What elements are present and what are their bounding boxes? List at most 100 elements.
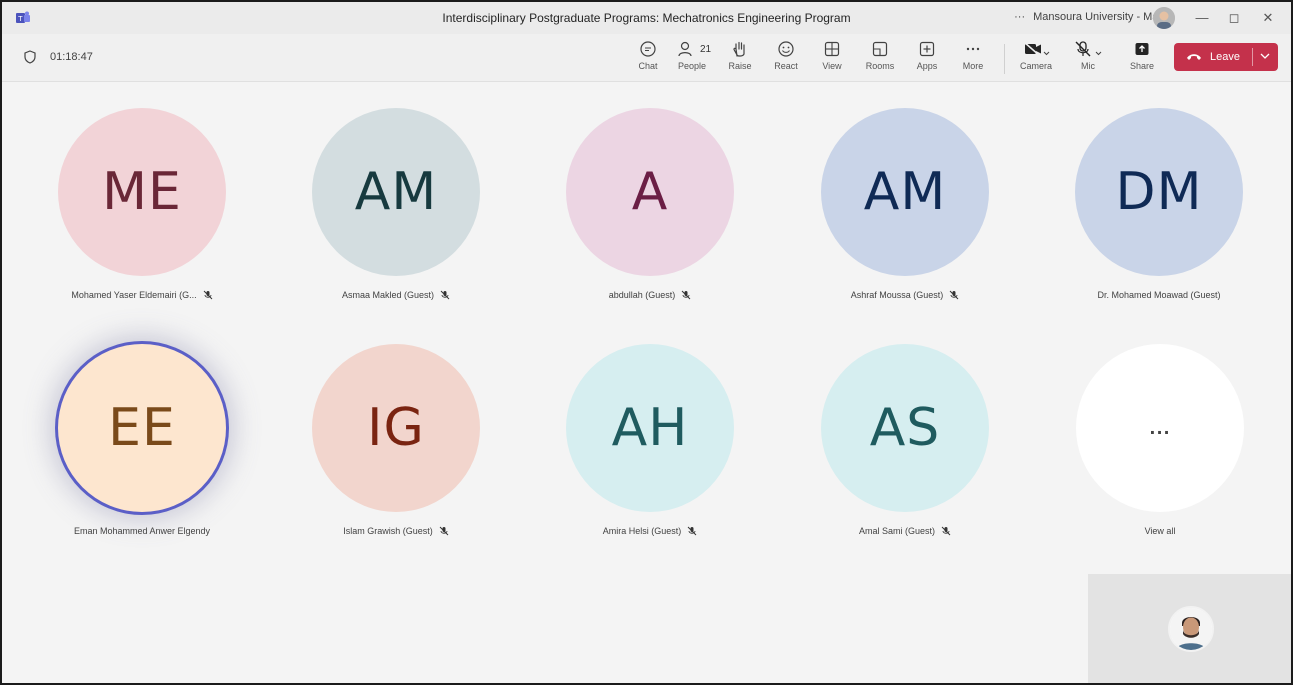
mic-button[interactable]: Mic (1066, 40, 1110, 71)
participant-name: abdullah (Guest) (608, 290, 676, 300)
share-button[interactable]: Share (1120, 40, 1164, 71)
mic-muted-icon (203, 290, 212, 300)
self-photo-icon (1170, 608, 1212, 650)
leave-button[interactable]: Leave (1174, 43, 1278, 71)
people-icon (678, 41, 692, 57)
more-label: More (962, 61, 984, 71)
participant-tile[interactable]: AS Amal Sami (Guest) (815, 344, 995, 536)
user-photo-icon (1153, 7, 1175, 29)
chat-icon (640, 41, 656, 57)
participant-name-row: Ashraf Moussa (Guest) (815, 290, 995, 300)
leave-label: Leave (1210, 51, 1240, 63)
participant-tile[interactable]: AM Ashraf Moussa (Guest) (815, 108, 995, 300)
view-all-label: View all (1070, 526, 1250, 536)
participant-name-row: abdullah (Guest) (560, 290, 740, 300)
grid-view-icon (824, 41, 840, 57)
mic-muted-icon (687, 526, 697, 536)
shield-icon (24, 50, 36, 64)
participant-avatar: AS (821, 344, 989, 512)
add-apps-icon (919, 41, 935, 57)
teams-meeting-window: T Interdisciplinary Postgraduate Program… (0, 0, 1293, 685)
participant-name-row: Islam Grawish (Guest) (306, 526, 486, 536)
raise-hand-icon (733, 41, 745, 57)
participant-avatar: AH (566, 344, 734, 512)
participant-name: Amal Sami (Guest) (858, 526, 936, 536)
mic-muted-icon (681, 290, 691, 300)
rooms-label: Rooms (865, 61, 895, 71)
participant-name: Islam Grawish (Guest) (343, 526, 433, 536)
more-button[interactable]: More (951, 40, 995, 71)
participant-name: Dr. Mohamed Moawad (Guest) (1097, 290, 1221, 300)
rooms-button[interactable]: Rooms (858, 40, 902, 71)
participant-avatar: AM (821, 108, 989, 276)
camera-off-icon (1023, 41, 1050, 57)
react-label: React (774, 61, 798, 71)
people-count: 21 (700, 44, 712, 55)
title-bar: T Interdisciplinary Postgraduate Program… (2, 2, 1291, 34)
people-label: People (677, 61, 707, 71)
participant-avatar: ME (58, 108, 226, 276)
chat-label: Chat (638, 61, 658, 71)
mic-label: Mic (1081, 61, 1095, 71)
view-label: View (822, 61, 842, 71)
raise-hand-button[interactable]: Raise (718, 40, 762, 71)
participant-tile[interactable]: EE Eman Mohammed Anwer Elgendy (52, 344, 232, 536)
minimize-button[interactable]: — (1189, 8, 1215, 28)
participant-name: Amira Helsi (Guest) (602, 526, 682, 536)
leave-divider (1252, 48, 1253, 66)
meeting-timer: 01:18:47 (24, 50, 93, 64)
react-emoji-icon (778, 41, 794, 57)
view-all-text: View all (1144, 526, 1176, 536)
apps-button[interactable]: Apps (905, 40, 949, 71)
restore-button[interactable]: ◻ (1221, 8, 1247, 28)
org-switcher[interactable]: ··· Mansoura University - Main (1014, 11, 1167, 23)
more-horizontal-icon (966, 47, 980, 51)
participant-tile[interactable]: IG Islam Grawish (Guest) (306, 344, 486, 536)
view-all-circle[interactable]: ... (1076, 344, 1244, 512)
participant-name-row: Eman Mohammed Anwer Elgendy (52, 526, 232, 536)
participant-tile[interactable]: AM Asmaa Makled (Guest) (306, 108, 486, 300)
people-button[interactable]: 21 People (670, 40, 714, 71)
mic-muted-icon (440, 290, 450, 300)
meeting-toolbar: 01:18:47 Chat 21 People Raise React View… (2, 34, 1291, 82)
hang-up-phone-icon (1187, 54, 1201, 60)
org-name: Mansoura University - Main (1033, 11, 1167, 23)
participant-name-row: Amira Helsi (Guest) (560, 526, 740, 536)
participant-tile[interactable]: DM Dr. Mohamed Moawad (Guest) (1069, 108, 1249, 300)
participant-name: Eman Mohammed Anwer Elgendy (73, 526, 211, 536)
share-screen-icon (1135, 43, 1149, 55)
participant-tile[interactable]: AH Amira Helsi (Guest) (560, 344, 740, 536)
mic-muted-icon (439, 526, 449, 536)
participant-avatar: EE (58, 344, 226, 512)
apps-label: Apps (916, 61, 938, 71)
account-avatar[interactable] (1153, 7, 1175, 29)
raise-label: Raise (728, 61, 752, 71)
chat-button[interactable]: Chat (626, 40, 670, 71)
participant-name: Mohamed Yaser Eldemairi (G... (71, 290, 197, 300)
self-view-tile[interactable] (1088, 574, 1291, 683)
participant-name: Asmaa Makled (Guest) (341, 290, 435, 300)
react-button[interactable]: React (764, 40, 808, 71)
participant-name-row: Asmaa Makled (Guest) (306, 290, 486, 300)
share-label: Share (1129, 61, 1155, 71)
participant-tile[interactable]: Aabdullah (Guest) (560, 108, 740, 300)
timer-text: 01:18:47 (50, 51, 93, 63)
close-button[interactable]: ✕ (1255, 8, 1281, 28)
participant-name: Ashraf Moussa (Guest) (850, 290, 944, 300)
breakout-rooms-icon (872, 41, 888, 57)
participant-avatar: DM (1075, 108, 1243, 276)
participant-avatar: A (566, 108, 734, 276)
mic-off-icon (1075, 41, 1102, 57)
camera-button[interactable]: Camera (1014, 40, 1058, 71)
mic-muted-icon (941, 526, 951, 536)
camera-label: Camera (1019, 61, 1052, 71)
view-all-tile[interactable]: ... View all (1070, 344, 1250, 536)
more-dots-icon: ··· (1014, 11, 1026, 23)
mic-muted-icon (949, 290, 959, 300)
participant-tile[interactable]: ME Mohamed Yaser Eldemairi (G... (52, 108, 232, 300)
view-button[interactable]: View (810, 40, 854, 71)
toolbar-divider (1004, 44, 1005, 74)
chevron-down-icon[interactable] (1260, 52, 1270, 60)
participant-avatar: AM (312, 108, 480, 276)
participant-avatar: IG (312, 344, 480, 512)
